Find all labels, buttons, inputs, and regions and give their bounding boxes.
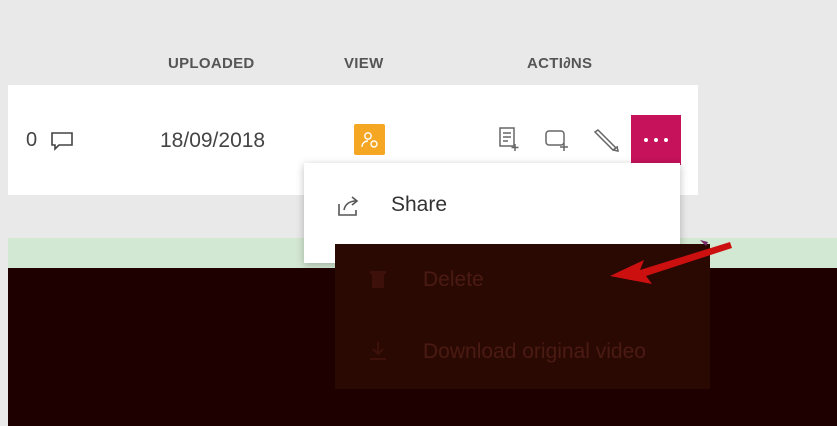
uploaded-date: 18/09/2018 bbox=[160, 129, 266, 152]
column-header-actions: ACTI∂NS bbox=[527, 55, 593, 72]
menu-item-share[interactable]: Share bbox=[304, 181, 680, 231]
menu-item-download-original[interactable]: Download original video bbox=[423, 340, 646, 364]
annotation-arrow-icon bbox=[610, 240, 732, 284]
trash-icon bbox=[367, 268, 389, 290]
more-options-button[interactable] bbox=[631, 115, 681, 165]
comment-icon[interactable] bbox=[50, 131, 74, 151]
transcript-add-icon[interactable] bbox=[496, 125, 522, 153]
comment-count: 0 bbox=[26, 129, 38, 151]
view-permission-badge[interactable] bbox=[354, 124, 385, 155]
menu-item-share-label: Share bbox=[391, 193, 448, 216]
user-permission-icon bbox=[361, 132, 378, 148]
download-icon bbox=[367, 340, 389, 362]
column-header-uploaded: UPLOADED bbox=[168, 55, 255, 72]
menu-item-delete[interactable]: Delete bbox=[423, 268, 484, 292]
table-header: UPLOADED VIEW ACTI∂NS bbox=[8, 0, 837, 85]
edit-pencil-icon[interactable] bbox=[593, 125, 619, 153]
column-header-view: VIEW bbox=[344, 55, 384, 72]
comment-add-icon[interactable] bbox=[543, 125, 569, 153]
share-icon bbox=[336, 194, 362, 218]
ellipsis-icon bbox=[644, 138, 668, 142]
